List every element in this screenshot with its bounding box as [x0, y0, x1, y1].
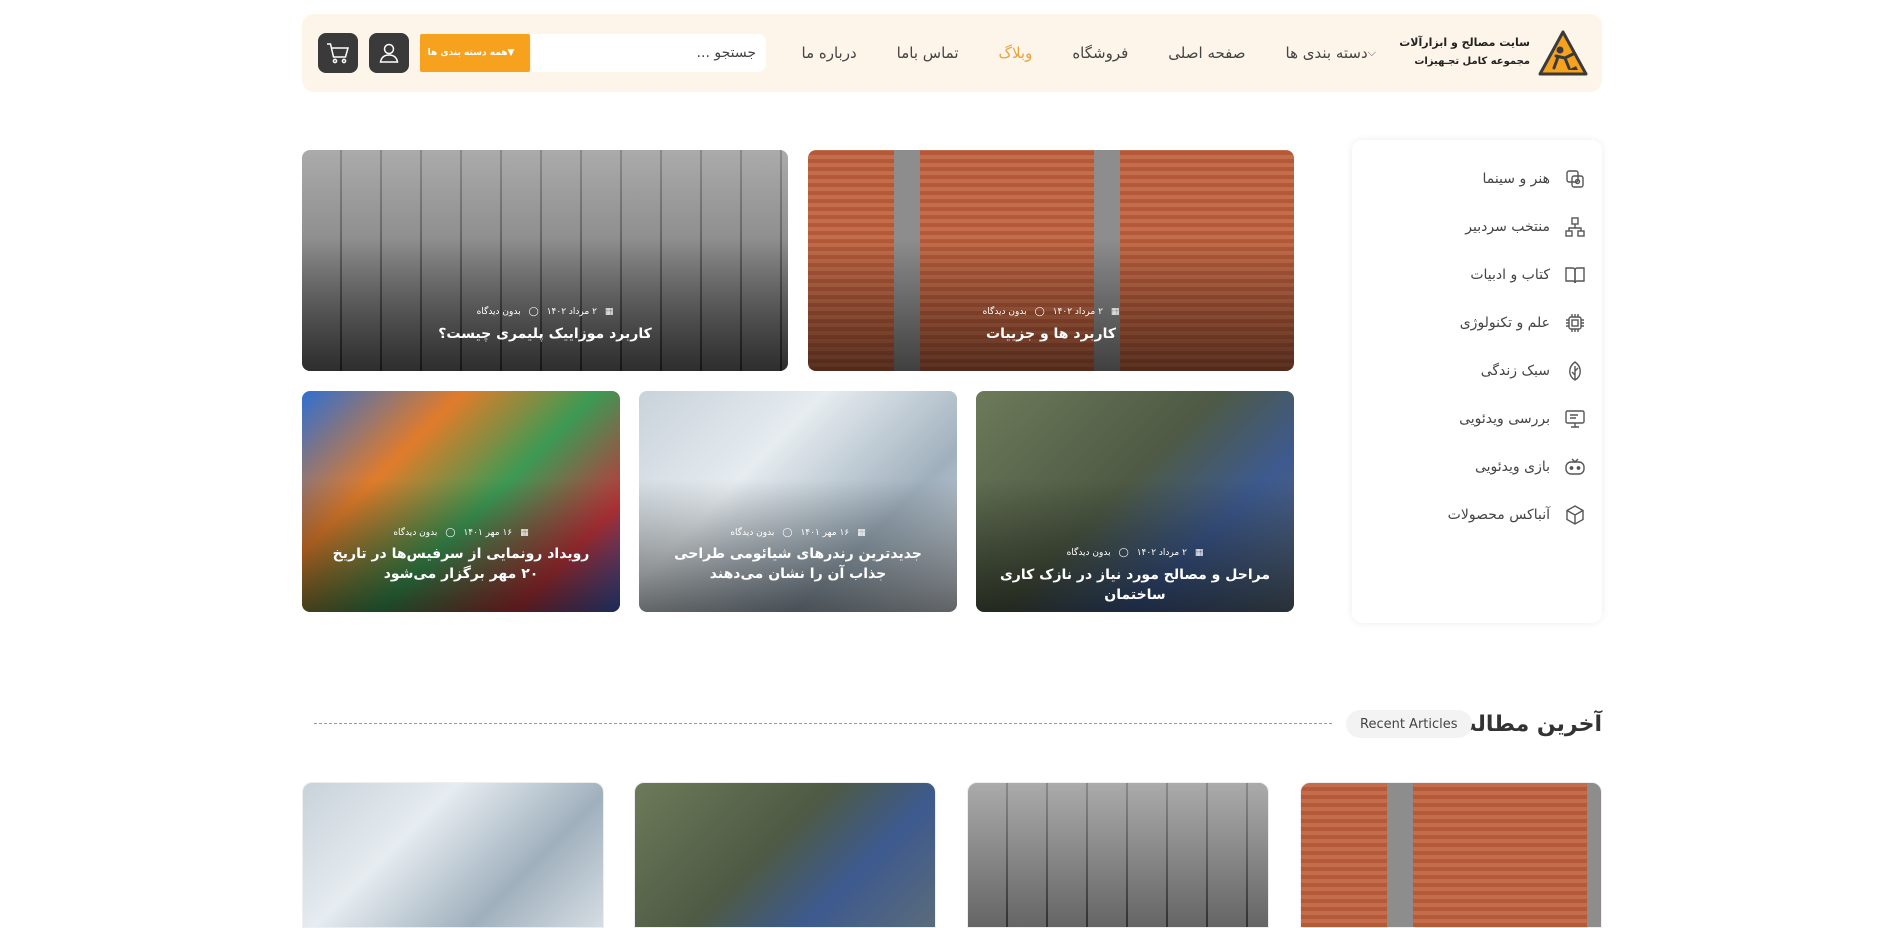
- nav-home[interactable]: صفحه اصلی: [1168, 44, 1245, 62]
- cart-button[interactable]: [318, 33, 358, 73]
- post-title: رویداد رونمایی از سرفیس‌ها در تاریخ ۲۰ م…: [332, 546, 590, 582]
- post-meta: ▦ ۱۶ مهر ۱۴۰۱ ◯ بدون دیدگاه: [639, 528, 957, 538]
- sidebar-item-label: علم و تکنولوژی: [1459, 315, 1550, 331]
- post-comments: بدون دیدگاه: [982, 307, 1027, 317]
- featured-card-1[interactable]: ▦ ۲ مرداد ۱۴۰۲ ◯ بدون دیدگاه کاربرد ها و ج…: [808, 150, 1294, 371]
- featured-card-3[interactable]: ▦ ۲ مرداد ۱۴۰۲ ◯ بدون دیدگاه مراحل و مصالح…: [976, 391, 1294, 612]
- post-title: کاربرد موزاییک پلیمری چیست؟: [438, 326, 652, 342]
- site-logo[interactable]: سایت مصالح و ابزارآلات مجموعه کامل تجـهی…: [1399, 28, 1588, 80]
- nav-contact[interactable]: تماس باما: [897, 44, 959, 62]
- construction-worker-icon: [1538, 30, 1588, 76]
- sidebar-item-label: آنباکس محصولات: [1447, 507, 1550, 523]
- box-icon: [1564, 504, 1586, 526]
- recent-card-2[interactable]: [967, 782, 1269, 928]
- post-meta: ▦ ۲ مرداد ۱۴۰۲ ◯ بدون دیدگاه: [976, 548, 1294, 558]
- comment-icon: ◯: [528, 307, 539, 317]
- post-date: ۲ مرداد ۱۴۰۲: [546, 307, 597, 317]
- cart-icon: [327, 43, 349, 64]
- calendar-icon: ▦: [1194, 548, 1204, 558]
- comment-icon: ◯: [1034, 307, 1045, 317]
- featured-card-4[interactable]: ▦ ۱۶ مهر ۱۴۰۱ ◯ بدون دیدگاه جدیدترین رندره…: [639, 391, 957, 612]
- recent-card-1[interactable]: [1300, 782, 1602, 928]
- calendar-icon: ▦: [604, 307, 614, 317]
- book-icon: [1564, 264, 1586, 286]
- account-button[interactable]: [369, 33, 409, 73]
- logo-title: سایت مصالح و ابزارآلات: [1399, 36, 1530, 49]
- sidebar-item-label: بازی ویدئویی: [1474, 459, 1550, 475]
- search-input[interactable]: [532, 34, 766, 72]
- post-comments: بدون دیدگاه: [1066, 548, 1111, 558]
- nav-categories[interactable]: دسته بندی ها ⌵: [1286, 44, 1383, 62]
- featured-card-2[interactable]: ▦ ۲ مرداد ۱۴۰۲ ◯ بدون دیدگاه کاربرد موزایی…: [302, 150, 788, 371]
- post-comments: بدون دیدگاه: [476, 307, 521, 317]
- recent-card-3[interactable]: [634, 782, 936, 928]
- recent-card-4[interactable]: [302, 782, 604, 928]
- post-title: کاربرد ها و جزییات: [986, 326, 1116, 342]
- post-date: ۱۶ مهر ۱۴۰۱: [463, 528, 513, 538]
- sidebar-item-video-review[interactable]: بررسی ویدئویی: [1459, 404, 1586, 434]
- sidebar-item-lifestyle[interactable]: سبک زندگی: [1481, 356, 1586, 386]
- chip-icon: [1564, 312, 1586, 334]
- nav-blog[interactable]: وبلاگ: [999, 44, 1033, 62]
- sidebar-item-label: سبک زندگی: [1480, 363, 1550, 379]
- search-bar: همه دسته بندی ها ▼: [420, 34, 766, 72]
- nav-categories-label: دسته بندی ها: [1285, 44, 1368, 62]
- section-title: آخرین مطالب: [1454, 712, 1602, 737]
- sidebar-item-video-game[interactable]: بازی ویدئویی: [1475, 452, 1586, 482]
- network-icon: [1564, 216, 1586, 238]
- sidebar-item-label: بررسی ویدئویی: [1459, 411, 1550, 427]
- sidebar-item-label: کتاب و ادبیات: [1470, 267, 1550, 283]
- site-header: سایت مصالح و ابزارآلات مجموعه کامل تجـهی…: [302, 14, 1602, 92]
- sidebar-item-art-cinema[interactable]: هنر و سینما: [1482, 164, 1586, 194]
- post-meta: ▦ ۱۶ مهر ۱۴۰۱ ◯ بدون دیدگاه: [302, 528, 620, 538]
- featured-card-5[interactable]: ▦ ۱۶ مهر ۱۴۰۱ ◯ بدون دیدگاه رویداد رونمایی…: [302, 391, 620, 612]
- post-title: مراحل و مصالح مورد نیاز در نازک کاری ساخ…: [999, 567, 1271, 603]
- section-divider: [314, 723, 1332, 724]
- nav-shop[interactable]: فروشگاه: [1072, 44, 1128, 62]
- post-date: ۲ مرداد ۱۴۰۲: [1052, 307, 1103, 317]
- calendar-icon: ▦: [520, 528, 529, 538]
- sidebar-item-unboxing[interactable]: آنباکس محصولات: [1448, 500, 1586, 530]
- sidebar-item-science-tech[interactable]: علم و تکنولوژی: [1460, 308, 1586, 338]
- category-select[interactable]: همه دسته بندی ها ▼: [420, 34, 530, 72]
- film-icon: [1564, 168, 1586, 190]
- nav-about[interactable]: درباره ما: [802, 44, 857, 62]
- post-comments: بدون دیدگاه: [730, 528, 775, 538]
- logo-subtitle: مجموعه کامل تجـهیزات: [1414, 56, 1530, 67]
- sidebar-item-label: منتخب سردبیر: [1465, 219, 1550, 235]
- post-comments: بدون دیدگاه: [393, 528, 438, 538]
- post-date: ۱۶ مهر ۱۴۰۱: [800, 528, 850, 538]
- category-select-label: همه دسته بندی ها: [427, 48, 508, 58]
- leaf-icon: [1564, 360, 1586, 382]
- caret-down-icon: ▼: [507, 48, 515, 58]
- comment-icon: ◯: [782, 528, 793, 538]
- chevron-down-icon: ⌵: [1367, 46, 1376, 59]
- post-title: جدیدترین رندرهای شیائومی طراحی جذاب آن ر…: [674, 546, 922, 582]
- user-icon: [379, 43, 399, 63]
- sidebar-item-label: هنر و سینما: [1482, 171, 1550, 187]
- category-sidebar: هنر و سینما منتخب سردبیر کتاب و ادبیات ع…: [1352, 140, 1602, 623]
- gamepad-icon: [1564, 456, 1586, 478]
- comment-icon: ◯: [445, 528, 456, 538]
- post-meta: ▦ ۲ مرداد ۱۴۰۲ ◯ بدون دیدگاه: [302, 307, 788, 317]
- sidebar-item-editors-pick[interactable]: منتخب سردبیر: [1465, 212, 1586, 242]
- post-date: ۲ مرداد ۱۴۰۲: [1136, 548, 1187, 558]
- calendar-icon: ▦: [1110, 307, 1120, 317]
- monitor-icon: [1564, 408, 1586, 430]
- main-nav: دسته بندی ها ⌵ صفحه اصلی فروشگاه وبلاگ ت…: [782, 14, 1403, 92]
- calendar-icon: ▦: [857, 528, 866, 538]
- post-meta: ▦ ۲ مرداد ۱۴۰۲ ◯ بدون دیدگاه: [808, 307, 1294, 317]
- comment-icon: ◯: [1118, 548, 1129, 558]
- sidebar-item-books[interactable]: کتاب و ادبیات: [1470, 260, 1586, 290]
- section-badge: Recent Articles: [1346, 710, 1472, 738]
